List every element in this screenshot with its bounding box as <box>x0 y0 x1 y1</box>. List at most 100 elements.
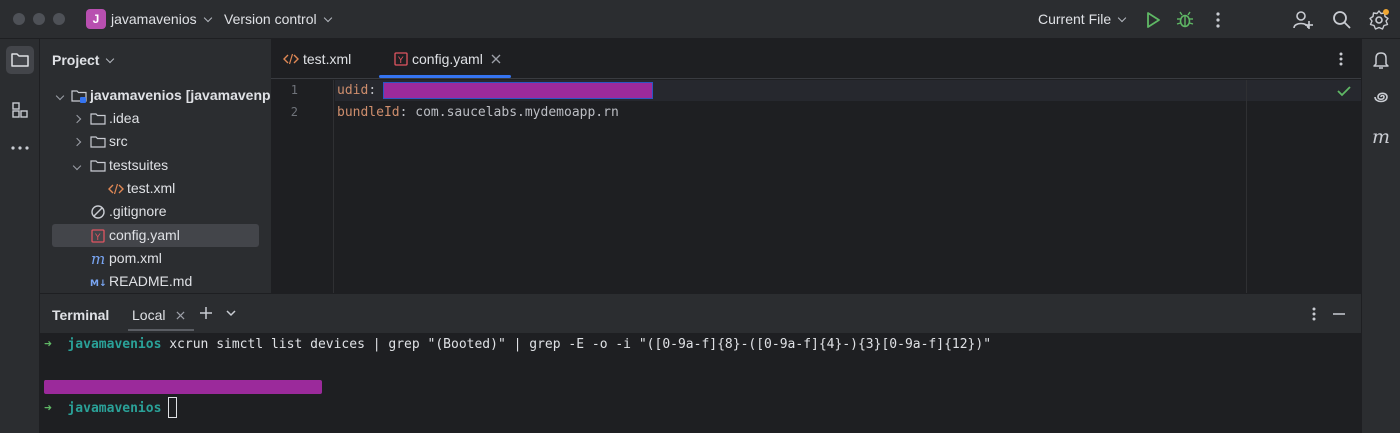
yaml-value: com.saucelabs.mydemoapp.rn <box>415 105 619 120</box>
tree-item-pom-xml[interactable]: m pom.xml <box>52 247 259 270</box>
redacted-udid-block <box>383 82 653 99</box>
vcs-label: Version control <box>224 11 317 27</box>
add-user-icon[interactable] <box>1292 9 1314 31</box>
tree-item-label: testsuites <box>109 157 169 173</box>
chevron-down-icon <box>55 91 65 101</box>
ai-assistant-button[interactable] <box>1367 83 1395 111</box>
code-line-2: bundleId: com.saucelabs.mydemoapp.rn <box>337 105 619 120</box>
close-tab-icon[interactable] <box>176 311 185 320</box>
window-close-button[interactable] <box>13 13 25 25</box>
svg-text:M↓: M↓ <box>90 279 106 289</box>
terminal-cursor <box>168 397 177 418</box>
new-terminal-plus-icon[interactable] <box>199 306 213 320</box>
project-view-selector[interactable]: Project <box>52 52 115 68</box>
markdown-file-icon: M↓ <box>90 279 106 289</box>
update-badge-icon <box>1383 9 1389 15</box>
tree-item-gitignore[interactable]: .gitignore <box>52 200 259 223</box>
project-panel: Project javamavenios [javamavenplay .ide… <box>40 39 271 293</box>
search-icon[interactable] <box>1331 9 1353 31</box>
terminal-output[interactable]: ➜ javamavenios xcrun simctl list devices… <box>40 333 1361 433</box>
chevron-down-icon[interactable] <box>225 308 237 318</box>
tree-item-label: .gitignore <box>109 203 167 219</box>
more-horizontal-icon <box>11 146 29 150</box>
maven-tool-button[interactable]: m <box>1367 123 1395 151</box>
yaml-separator: : <box>399 105 416 120</box>
yaml-key: udid <box>337 83 369 98</box>
tree-item-label: javamavenios [javamavenplay <box>90 87 271 103</box>
editor-gutter: 1 2 <box>271 80 334 293</box>
left-tool-strip <box>0 39 40 433</box>
window-minimize-button[interactable] <box>33 13 45 25</box>
tree-item-src[interactable]: src <box>52 130 259 153</box>
run-config-selector[interactable]: Current File <box>1038 11 1127 27</box>
tree-item-label: README.md <box>109 273 193 289</box>
project-name: javamavenios <box>111 11 197 27</box>
terminal-command-line: ➜ javamavenios xcrun simctl list devices… <box>44 337 991 352</box>
prompt-arrow: ➜ <box>44 401 52 416</box>
svg-text:Y: Y <box>94 233 101 243</box>
window-zoom-button[interactable] <box>53 13 65 25</box>
vcs-menu[interactable]: Version control <box>224 11 332 27</box>
xml-file-icon <box>108 183 124 195</box>
tree-item-root[interactable]: javamavenios [javamavenplay <box>52 84 271 107</box>
yaml-file-icon: Y <box>394 52 408 66</box>
terminal-options-more-icon[interactable] <box>1307 305 1321 323</box>
module-folder-icon <box>71 90 87 103</box>
project-tool-button[interactable] <box>6 46 34 74</box>
tree-item-label: test.xml <box>127 180 176 196</box>
more-vertical-icon[interactable] <box>1207 9 1229 31</box>
more-tools-button[interactable] <box>6 134 34 162</box>
tab-test-xml[interactable]: test.xml <box>271 39 376 79</box>
bell-icon <box>1373 52 1389 69</box>
terminal-tab-local[interactable]: Local <box>128 300 194 331</box>
chevron-down-icon <box>323 13 332 23</box>
structure-tool-button[interactable] <box>6 96 34 124</box>
structure-icon <box>12 102 28 118</box>
ignore-file-icon <box>91 205 105 219</box>
svg-text:Y: Y <box>397 56 404 66</box>
yaml-separator: : <box>368 83 384 98</box>
terminal-header: Terminal Local <box>40 293 1361 333</box>
yaml-key: bundleId <box>337 105 400 120</box>
folder-icon <box>90 113 106 125</box>
terminal-tab-label: Local <box>132 307 166 323</box>
run-config-label: Current File <box>1038 11 1112 27</box>
tab-actions-more-icon[interactable] <box>1333 50 1349 68</box>
prompt-directory: javamavenios <box>67 337 162 352</box>
chevron-down-icon <box>106 54 115 64</box>
no-problems-check-icon[interactable] <box>1337 85 1351 97</box>
tree-item-testsuites[interactable]: testsuites <box>52 154 259 177</box>
debug-icon[interactable] <box>1174 9 1196 31</box>
chevron-down-icon <box>203 13 212 23</box>
close-tab-icon[interactable] <box>491 54 501 64</box>
settings-gear-icon[interactable] <box>1368 9 1390 31</box>
tab-label: config.yaml <box>412 51 483 67</box>
svg-text:m: m <box>91 251 105 267</box>
maven-icon: m <box>1372 126 1390 148</box>
project-badge[interactable]: J <box>86 9 106 29</box>
right-tool-strip: m <box>1361 39 1400 433</box>
run-icon[interactable] <box>1142 9 1164 31</box>
yaml-file-icon: Y <box>91 229 105 243</box>
project-panel-title: Project <box>52 52 100 68</box>
terminal-prompt-line: ➜ javamavenios <box>44 401 161 416</box>
tab-config-yaml[interactable]: Y config.yaml <box>379 39 511 79</box>
maven-file-icon: m <box>91 251 105 267</box>
active-tab-indicator <box>379 75 511 78</box>
folder-icon <box>11 53 29 67</box>
tree-item-test-xml[interactable]: test.xml <box>52 177 259 200</box>
minimize-panel-icon[interactable] <box>1332 307 1346 321</box>
project-selector[interactable]: javamavenios <box>111 11 212 27</box>
editor-tab-bar: test.xml Y config.yaml <box>271 39 1361 79</box>
tree-item-label: src <box>109 133 128 149</box>
tree-item-idea[interactable]: .idea <box>52 107 259 130</box>
terminal-command: xcrun simctl list devices | grep "(Boote… <box>169 337 992 352</box>
code-editor[interactable]: udid: 7 bundleId: com.saucelabs.mydemoap… <box>335 80 1361 293</box>
svg-text:m: m <box>1372 126 1390 148</box>
tree-item-config-yaml[interactable]: Y config.yaml <box>52 224 259 247</box>
chevron-down-icon <box>1117 13 1127 23</box>
notifications-button[interactable] <box>1367 46 1395 74</box>
tree-item-readme[interactable]: M↓ README.md <box>52 270 259 293</box>
spiral-icon <box>1374 92 1388 103</box>
folder-icon <box>90 136 106 148</box>
